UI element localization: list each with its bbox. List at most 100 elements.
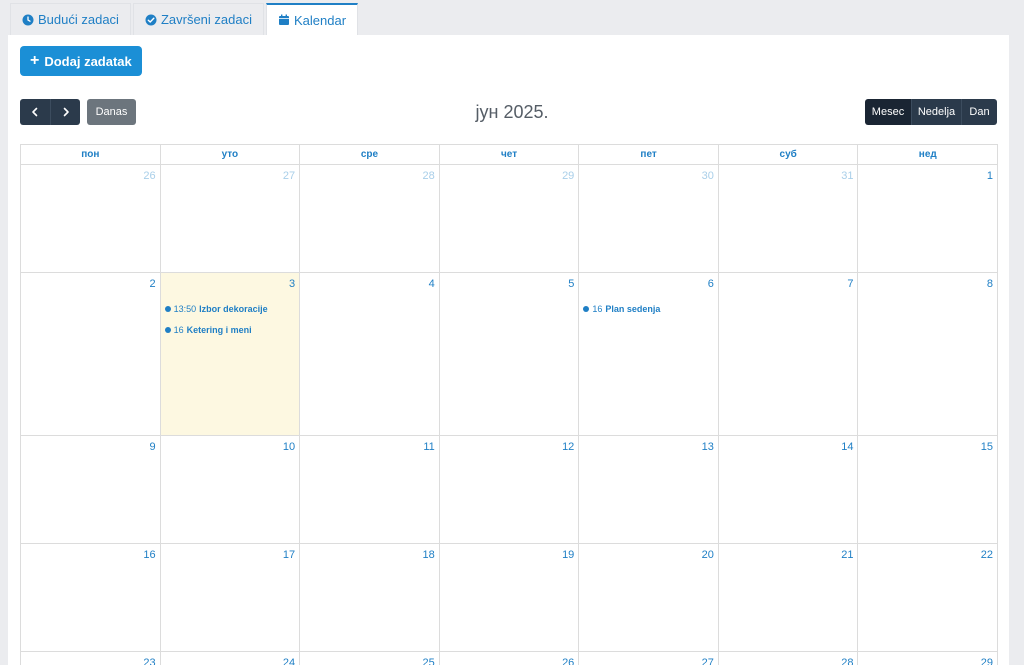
day-number[interactable]: 27 (283, 170, 295, 182)
day-cell-today[interactable]: 3 13:50 Izbor dekoracije 16 Ketering i meni (160, 273, 301, 435)
day-cell[interactable]: 27 (161, 165, 301, 272)
day-number[interactable]: 16 (143, 549, 155, 561)
day-cell[interactable]: 6 16 Plan sedenja (579, 273, 719, 435)
day-number[interactable]: 7 (847, 278, 853, 290)
day-cell[interactable]: 25 (300, 652, 440, 665)
day-number[interactable]: 26 (143, 170, 155, 182)
view-day-button[interactable]: Dan (961, 99, 997, 125)
day-cell[interactable]: 11 (300, 436, 440, 543)
calendar-event[interactable]: 13:50 Izbor dekoracije (164, 302, 296, 316)
day-number[interactable]: 19 (562, 549, 574, 561)
calendar-event[interactable]: 16 Plan sedenja (583, 302, 714, 316)
day-cell[interactable]: 24 (161, 652, 301, 665)
view-switcher: Mesec Nedelja Dan (865, 99, 997, 125)
weekday-label: суб (719, 145, 859, 164)
calendar-icon (279, 14, 289, 25)
day-number[interactable]: 10 (283, 441, 295, 453)
day-number[interactable]: 14 (841, 441, 853, 453)
day-cell[interactable]: 16 (21, 544, 161, 651)
tab-completed-tasks[interactable]: Završeni zadaci (132, 3, 264, 35)
day-cell[interactable]: 31 (719, 165, 859, 272)
day-cell[interactable]: 1 (858, 165, 999, 272)
day-cell[interactable]: 14 (719, 436, 859, 543)
day-cell[interactable]: 26 (440, 652, 580, 665)
day-cell[interactable]: 30 (579, 165, 719, 272)
day-number[interactable]: 8 (987, 278, 993, 290)
day-cell[interactable]: 27 (579, 652, 719, 665)
day-cell[interactable]: 28 (300, 165, 440, 272)
day-events: 13:50 Izbor dekoracije 16 Ketering i meni (164, 302, 296, 344)
next-button[interactable] (50, 99, 80, 125)
weeks-container: 26 27 28 29 30 31 1 2 3 13:50 Izbor dekoracije 16 Ke… (21, 165, 999, 665)
tab-bar: Budući zadaci Završeni zadaci Kalendar (10, 3, 360, 35)
day-number[interactable]: 26 (562, 657, 574, 665)
view-week-button[interactable]: Nedelja (911, 99, 961, 125)
day-number[interactable]: 27 (702, 657, 714, 665)
day-cell[interactable]: 13 (579, 436, 719, 543)
day-cell[interactable]: 19 (440, 544, 580, 651)
day-cell[interactable]: 29 (440, 165, 580, 272)
day-number[interactable]: 28 (841, 657, 853, 665)
day-number[interactable]: 17 (283, 549, 295, 561)
day-number[interactable]: 18 (422, 549, 434, 561)
day-cell[interactable]: 8 (858, 273, 999, 435)
day-cell[interactable]: 9 (21, 436, 161, 543)
day-cell[interactable]: 23 (21, 652, 161, 665)
calendar-event[interactable]: 16 Ketering i meni (164, 323, 296, 337)
day-cell[interactable]: 20 (579, 544, 719, 651)
day-cell[interactable]: 5 (440, 273, 580, 435)
plus-icon: + (30, 52, 40, 69)
calendar-nav (20, 99, 80, 125)
day-number[interactable]: 15 (981, 441, 993, 453)
view-month-button[interactable]: Mesec (865, 99, 911, 125)
day-number[interactable]: 6 (708, 278, 714, 290)
day-number[interactable]: 3 (289, 278, 295, 290)
day-number[interactable]: 12 (562, 441, 574, 453)
day-cell[interactable]: 29 (858, 652, 999, 665)
day-cell[interactable]: 28 (719, 652, 859, 665)
day-cell[interactable]: 4 (300, 273, 440, 435)
day-cell[interactable]: 12 (440, 436, 580, 543)
day-number[interactable]: 22 (981, 549, 993, 561)
weekday-label: чет (440, 145, 580, 164)
tab-calendar[interactable]: Kalendar (266, 3, 359, 35)
day-number[interactable]: 21 (841, 549, 853, 561)
day-cell[interactable]: 21 (719, 544, 859, 651)
day-number[interactable]: 31 (841, 170, 853, 182)
weekday-label: пон (21, 145, 161, 164)
day-number[interactable]: 13 (702, 441, 714, 453)
week-row: 23 24 25 26 27 28 29 (21, 652, 999, 665)
event-time: 16 (592, 304, 603, 314)
day-number[interactable]: 29 (562, 170, 574, 182)
day-cell[interactable]: 15 (858, 436, 999, 543)
day-number[interactable]: 28 (422, 170, 434, 182)
weekday-label: сре (300, 145, 440, 164)
day-number[interactable]: 24 (283, 657, 295, 665)
day-cell[interactable]: 26 (21, 165, 161, 272)
day-number[interactable]: 4 (429, 278, 435, 290)
day-number[interactable]: 9 (149, 441, 155, 453)
event-time: 16 (173, 325, 184, 335)
day-cell[interactable]: 22 (858, 544, 999, 651)
day-number[interactable]: 20 (702, 549, 714, 561)
day-number[interactable]: 30 (702, 170, 714, 182)
day-cell[interactable]: 10 (161, 436, 301, 543)
day-number[interactable]: 23 (143, 657, 155, 665)
weekday-label: пет (579, 145, 719, 164)
day-cell[interactable]: 7 (719, 273, 859, 435)
day-cell[interactable]: 18 (300, 544, 440, 651)
tab-future-tasks[interactable]: Budući zadaci (10, 3, 131, 35)
day-number[interactable]: 5 (568, 278, 574, 290)
add-task-button[interactable]: + Dodaj zadatak (20, 46, 142, 76)
day-number[interactable]: 11 (423, 441, 434, 453)
week-row: 2 3 13:50 Izbor dekoracije 16 Ketering i meni… (21, 273, 999, 436)
day-number[interactable]: 2 (149, 278, 155, 290)
day-number[interactable]: 1 (987, 170, 993, 182)
day-number[interactable]: 29 (981, 657, 993, 665)
day-cell[interactable]: 17 (161, 544, 301, 651)
today-button[interactable]: Danas (87, 99, 136, 125)
day-number[interactable]: 25 (422, 657, 434, 665)
week-row: 26 27 28 29 30 31 1 (21, 165, 999, 273)
day-cell[interactable]: 2 (21, 273, 161, 435)
prev-button[interactable] (20, 99, 50, 125)
